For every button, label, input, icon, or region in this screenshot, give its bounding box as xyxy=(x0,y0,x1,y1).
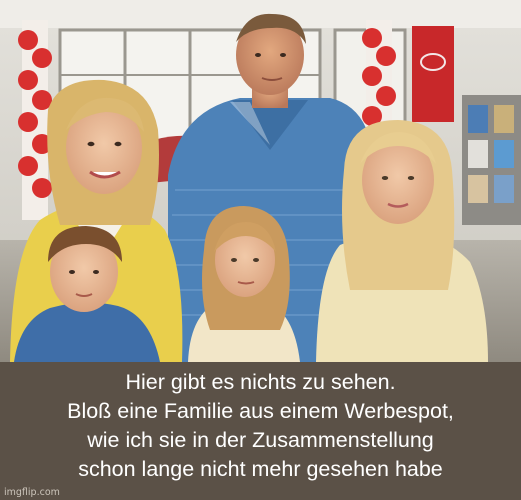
meme-image: Hier gibt es nichts zu sehen. Bloß eine … xyxy=(0,0,521,500)
dealer-banner xyxy=(412,26,454,122)
family-photo xyxy=(0,0,521,362)
meme-caption: Hier gibt es nichts zu sehen. Bloß eine … xyxy=(6,368,515,484)
caption-line: wie ich sie in der Zusammenstellung xyxy=(87,428,434,452)
imgflip-watermark: imgflip.com xyxy=(4,487,60,498)
caption-line: Bloß eine Familie aus einem Werbespot, xyxy=(67,399,454,423)
balloon-column-left xyxy=(18,20,52,220)
caption-line: schon lange nicht mehr gesehen habe xyxy=(78,457,443,481)
caption-line: Hier gibt es nichts zu sehen. xyxy=(125,370,396,394)
